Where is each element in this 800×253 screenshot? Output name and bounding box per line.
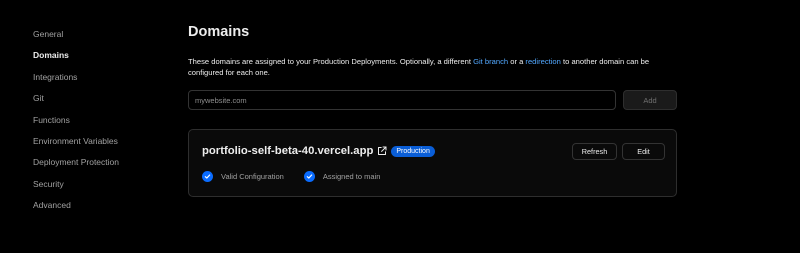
sidebar-item-integrations[interactable]: Integrations (33, 67, 163, 88)
description-text-1: These domains are assigned to your Produ… (188, 57, 474, 66)
sidebar-item-deployment-protection[interactable]: Deployment Protection (33, 152, 163, 173)
sidebar-item-functions[interactable]: Functions (33, 110, 163, 131)
domain-name-link[interactable]: portfolio-self-beta-40.vercel.app (202, 145, 373, 157)
production-badge: Production (391, 145, 435, 157)
status-label: Valid Configuration (221, 172, 284, 181)
sidebar-item-security[interactable]: Security (33, 174, 163, 195)
git-branch-link[interactable]: Git branch (473, 57, 508, 66)
status-row: Valid Configuration Assigned to main (202, 171, 400, 182)
settings-sidebar: General Domains Integrations Git Functio… (33, 24, 163, 217)
domains-description: These domains are assigned to your Produ… (188, 56, 683, 78)
sidebar-item-environment-variables[interactable]: Environment Variables (33, 131, 163, 152)
external-link-icon[interactable] (377, 146, 387, 156)
sidebar-item-domains[interactable]: Domains (33, 45, 163, 66)
description-text-2: or a (508, 57, 526, 66)
domain-card: portfolio-self-beta-40.vercel.app Produc… (188, 129, 677, 197)
status-assigned-to-main: Assigned to main (303, 171, 381, 182)
domain-input[interactable] (188, 90, 616, 110)
add-domain-button[interactable]: Add (623, 90, 677, 110)
sidebar-item-git[interactable]: Git (33, 88, 163, 109)
status-label: Assigned to main (322, 172, 381, 181)
edit-button[interactable]: Edit (622, 143, 665, 160)
refresh-button[interactable]: Refresh (572, 143, 617, 160)
sidebar-item-advanced[interactable]: Advanced (33, 195, 163, 216)
check-circle-icon (303, 171, 315, 182)
page-title: Domains (188, 24, 250, 40)
check-circle-icon (202, 171, 213, 182)
domain-header: portfolio-self-beta-40.vercel.app Produc… (202, 145, 435, 157)
redirection-link[interactable]: redirection (525, 57, 560, 66)
sidebar-item-general[interactable]: General (33, 24, 163, 45)
status-valid-configuration: Valid Configuration (202, 171, 284, 182)
